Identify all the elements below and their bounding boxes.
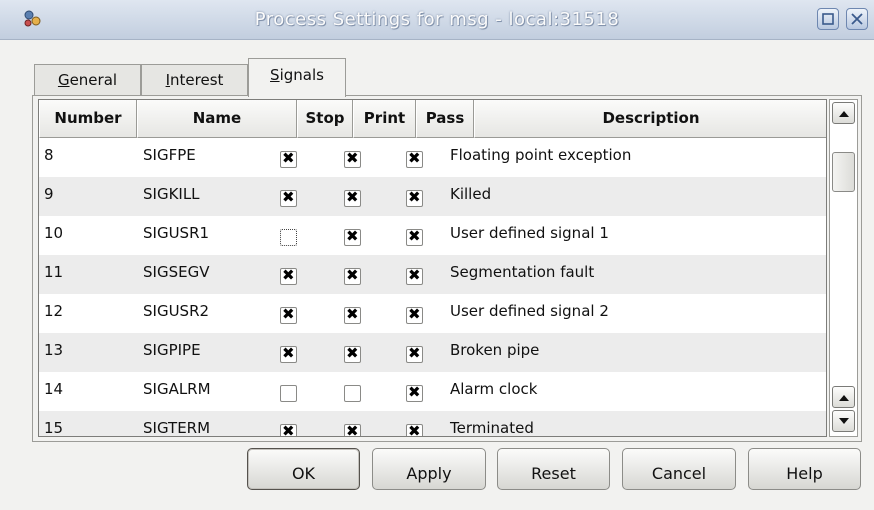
stop-checkbox[interactable] xyxy=(280,422,297,436)
signal-description: User defined signal 1 xyxy=(450,224,609,242)
signal-description: Floating point exception xyxy=(450,146,632,164)
arrow-up-icon xyxy=(839,395,849,401)
signal-name: SIGFPE xyxy=(143,146,196,164)
arrow-down-icon xyxy=(839,418,849,424)
print-checkbox[interactable] xyxy=(344,344,361,363)
column-header-description[interactable]: Description xyxy=(474,100,826,138)
signal-name: SIGSEGV xyxy=(143,263,210,281)
signal-number: 14 xyxy=(44,380,64,398)
signal-number: 12 xyxy=(44,302,64,320)
stop-checkbox[interactable] xyxy=(280,229,297,246)
signal-description: Killed xyxy=(450,185,492,203)
signal-name: SIGUSR1 xyxy=(143,224,210,242)
print-checkbox[interactable] xyxy=(344,149,361,168)
print-checkbox[interactable] xyxy=(344,305,361,324)
signal-number: 11 xyxy=(44,263,64,281)
table-row[interactable]: 11 SIGSEGV Segmentation fault xyxy=(39,255,826,294)
table-row[interactable]: 14 SIGALRM Alarm clock xyxy=(39,372,826,411)
vertical-scrollbar[interactable] xyxy=(829,99,858,437)
close-icon xyxy=(851,13,863,25)
column-header-stop[interactable]: Stop xyxy=(297,100,353,138)
signals-table[interactable]: Number Name Stop Print Pass Description … xyxy=(38,99,827,437)
close-button[interactable] xyxy=(846,8,868,30)
tab-general[interactable]: General xyxy=(34,64,141,96)
table-row[interactable]: 9 SIGKILL Killed xyxy=(39,177,826,216)
print-checkbox[interactable] xyxy=(344,422,361,436)
scroll-down-button[interactable] xyxy=(832,410,855,432)
print-checkbox[interactable] xyxy=(344,266,361,285)
tab-interest-label: nterest xyxy=(170,71,224,89)
pass-checkbox[interactable] xyxy=(406,422,423,436)
stop-checkbox[interactable] xyxy=(280,305,297,324)
stop-checkbox[interactable] xyxy=(280,385,297,402)
stop-checkbox[interactable] xyxy=(280,149,297,168)
signal-description: User defined signal 2 xyxy=(450,302,609,320)
tab-signals-label: ignals xyxy=(279,66,324,84)
print-checkbox[interactable] xyxy=(344,188,361,207)
scroll-up-button[interactable] xyxy=(832,102,855,124)
table-row[interactable]: 12 SIGUSR2 User defined signal 2 xyxy=(39,294,826,333)
cancel-button[interactable]: Cancel xyxy=(622,448,736,490)
signal-number: 10 xyxy=(44,224,64,242)
pass-checkbox[interactable] xyxy=(406,344,423,363)
tab-interest[interactable]: Interest xyxy=(141,64,248,96)
signal-name: SIGKILL xyxy=(143,185,200,203)
column-header-print[interactable]: Print xyxy=(353,100,416,138)
signal-description: Terminated xyxy=(450,419,534,437)
signal-name: SIGPIPE xyxy=(143,341,201,359)
signal-number: 8 xyxy=(44,146,54,164)
signal-number: 13 xyxy=(44,341,64,359)
signal-description: Alarm clock xyxy=(450,380,538,398)
pass-checkbox[interactable] xyxy=(406,305,423,324)
signal-number: 9 xyxy=(44,185,54,203)
ok-button[interactable]: OK xyxy=(247,448,360,490)
stop-checkbox[interactable] xyxy=(280,188,297,207)
pass-checkbox[interactable] xyxy=(406,188,423,207)
help-button[interactable]: Help xyxy=(748,448,861,490)
apply-button[interactable]: Apply xyxy=(372,448,486,490)
column-header-number[interactable]: Number xyxy=(39,100,137,138)
pass-checkbox[interactable] xyxy=(406,227,423,246)
reset-button[interactable]: Reset xyxy=(497,448,610,490)
maximize-icon xyxy=(822,13,834,25)
pass-checkbox[interactable] xyxy=(406,383,423,402)
signal-name: SIGUSR2 xyxy=(143,302,210,320)
scroll-up-button-lower[interactable] xyxy=(832,386,855,408)
tab-general-label: eneral xyxy=(69,71,118,89)
stop-checkbox[interactable] xyxy=(280,266,297,285)
print-checkbox[interactable] xyxy=(344,385,361,402)
pass-checkbox[interactable] xyxy=(406,149,423,168)
arrow-up-icon xyxy=(839,111,849,117)
table-row[interactable]: 15 SIGTERM Terminated xyxy=(39,411,826,437)
tab-signals[interactable]: Signals xyxy=(248,58,346,97)
stop-checkbox[interactable] xyxy=(280,344,297,363)
signal-description: Broken pipe xyxy=(450,341,540,359)
signal-name: SIGTERM xyxy=(143,419,211,437)
column-header-name[interactable]: Name xyxy=(137,100,297,138)
signal-name: SIGALRM xyxy=(143,380,211,398)
tab-signals-mnemonic: S xyxy=(270,66,280,84)
print-checkbox[interactable] xyxy=(344,227,361,246)
table-row[interactable]: 13 SIGPIPE Broken pipe xyxy=(39,333,826,372)
signal-number: 15 xyxy=(44,419,64,437)
tab-general-mnemonic: G xyxy=(57,71,70,89)
scrollbar-thumb[interactable] xyxy=(832,152,855,192)
table-row[interactable]: 8 SIGFPE Floating point exception xyxy=(39,138,826,177)
window-title: Process Settings for msg - local:31518 xyxy=(254,9,620,30)
signal-description: Segmentation fault xyxy=(450,263,595,281)
column-header-pass[interactable]: Pass xyxy=(416,100,474,138)
maximize-button[interactable] xyxy=(817,8,839,30)
pass-checkbox[interactable] xyxy=(406,266,423,285)
title-bar[interactable]: Process Settings for msg - local:31518 xyxy=(0,0,874,40)
table-row[interactable]: 10 SIGUSR1 User defined signal 1 xyxy=(39,216,826,255)
